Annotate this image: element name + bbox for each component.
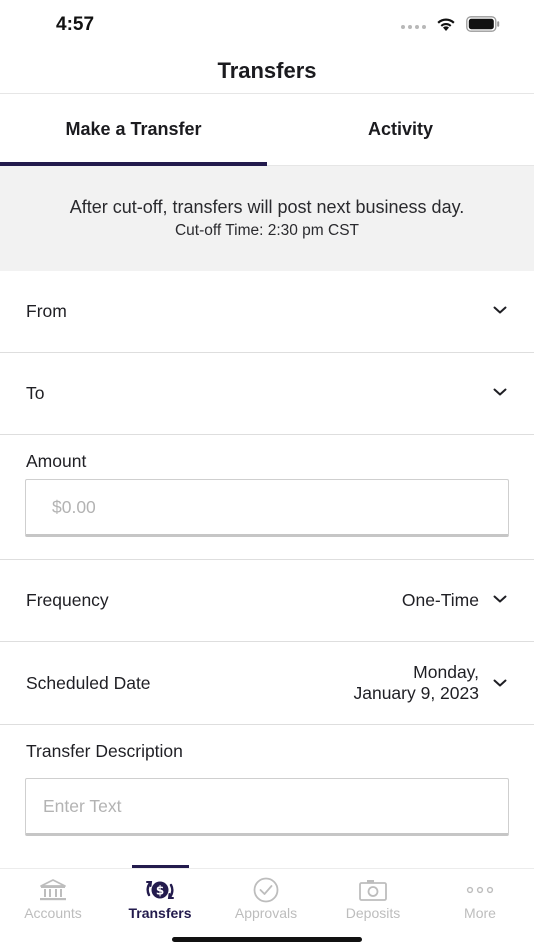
segmented-tabs: Make a Transfer Activity bbox=[0, 94, 534, 166]
scheduled-date-label: Scheduled Date bbox=[26, 673, 151, 693]
tab-label: Make a Transfer bbox=[65, 119, 202, 139]
nav-label: Accounts bbox=[24, 905, 82, 921]
svg-text:$: $ bbox=[156, 884, 164, 898]
nav-more[interactable]: More bbox=[427, 869, 533, 929]
scheduled-date-weekday: Monday, bbox=[413, 662, 479, 682]
bank-icon bbox=[0, 875, 106, 905]
tab-activity[interactable]: Activity bbox=[267, 94, 534, 165]
chevron-down-icon bbox=[493, 306, 507, 314]
signal-dots-icon bbox=[401, 25, 426, 29]
frequency-label: Frequency bbox=[26, 590, 109, 610]
battery-icon bbox=[466, 16, 500, 32]
cutoff-time: Cut-off Time: 2:30 pm CST bbox=[174, 222, 360, 239]
scheduled-date-full: January 9, 2023 bbox=[353, 683, 479, 703]
nav-transfers[interactable]: $ Transfers bbox=[107, 865, 213, 929]
tab-label: Activity bbox=[367, 119, 434, 139]
frequency-select[interactable]: Frequency One-Time bbox=[0, 560, 534, 642]
amount-label: Amount bbox=[26, 451, 87, 471]
status-bar: 4:57 bbox=[0, 0, 534, 50]
more-dots-icon bbox=[427, 875, 533, 905]
cutoff-notice: After cut-off, transfers will post next … bbox=[0, 166, 534, 271]
nav-header: Transfers bbox=[0, 50, 534, 94]
notice-message: After cut-off, transfers will post next … bbox=[69, 197, 465, 217]
nav-deposits[interactable]: Deposits bbox=[320, 869, 426, 929]
status-icons bbox=[401, 16, 500, 32]
to-account-select[interactable]: To bbox=[0, 353, 534, 435]
amount-input[interactable] bbox=[25, 479, 509, 537]
description-label: Transfer Description bbox=[26, 741, 183, 761]
transfer-dollar-icon: $ bbox=[107, 875, 213, 905]
nav-label: Deposits bbox=[345, 905, 401, 921]
nav-accounts[interactable]: Accounts bbox=[0, 869, 106, 929]
check-circle-icon bbox=[213, 875, 319, 905]
wifi-icon bbox=[437, 18, 455, 31]
nav-label: Approvals bbox=[234, 905, 298, 921]
description-input[interactable] bbox=[25, 778, 509, 836]
scheduled-date-select[interactable]: Scheduled Date Monday, January 9, 2023 bbox=[0, 642, 534, 725]
nav-label: Transfers bbox=[128, 905, 192, 921]
description-section: Transfer Description bbox=[0, 725, 534, 868]
from-label: From bbox=[26, 301, 67, 321]
camera-icon bbox=[320, 875, 426, 905]
to-label: To bbox=[26, 383, 45, 403]
tab-make-a-transfer[interactable]: Make a Transfer bbox=[0, 94, 267, 166]
chevron-down-icon bbox=[493, 388, 507, 396]
nav-label: More bbox=[464, 905, 496, 921]
scheduled-date-value: Monday, January 9, 2023 bbox=[353, 662, 479, 704]
chevron-down-icon bbox=[493, 679, 507, 687]
from-account-select[interactable]: From bbox=[0, 271, 534, 353]
nav-approvals[interactable]: Approvals bbox=[213, 869, 319, 929]
page-title: Transfers bbox=[217, 58, 317, 83]
amount-section: Amount bbox=[0, 435, 534, 560]
status-time: 4:57 bbox=[56, 14, 95, 35]
home-indicator bbox=[172, 937, 362, 942]
chevron-down-icon bbox=[493, 595, 507, 603]
nav-active-indicator bbox=[132, 865, 189, 868]
frequency-value: One-Time bbox=[401, 590, 479, 610]
